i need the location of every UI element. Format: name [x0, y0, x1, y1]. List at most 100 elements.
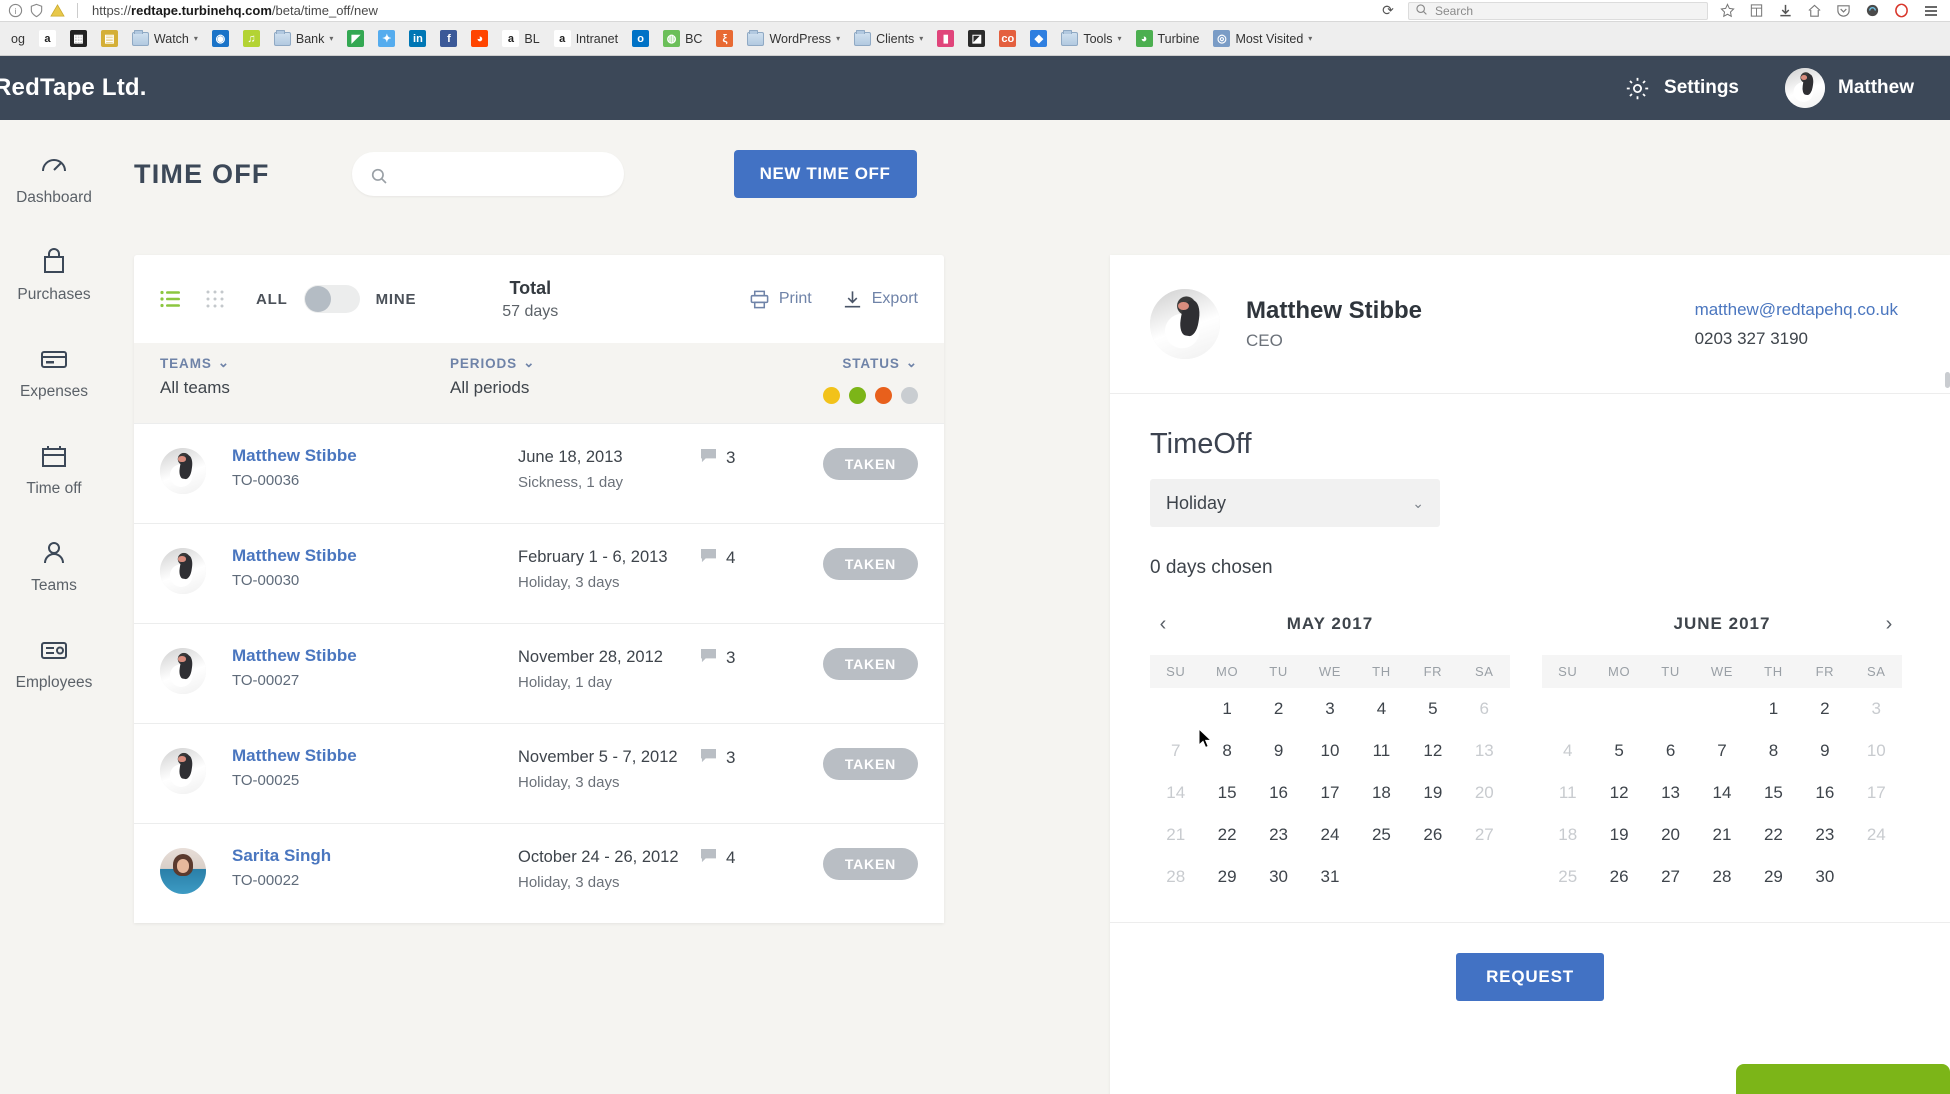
settings-button[interactable]: Settings [1624, 75, 1739, 102]
status-filter-header[interactable]: STATUS ⌄ [842, 355, 918, 371]
row-comments[interactable]: 4 [700, 848, 800, 868]
calendar-day[interactable]: 13 [1645, 772, 1696, 814]
help-widget-tab[interactable] [1736, 1064, 1950, 1094]
bookmark-item[interactable]: ▦ [63, 26, 94, 52]
calendar-day[interactable]: 11 [1356, 730, 1407, 772]
calendar-day[interactable]: 3 [1851, 688, 1902, 730]
calendar-day[interactable]: 21 [1150, 814, 1201, 856]
calendar-day[interactable]: 22 [1748, 814, 1799, 856]
calendar-day[interactable]: 27 [1459, 814, 1510, 856]
bookmark-item[interactable]: ξ [709, 26, 740, 52]
search-input[interactable] [394, 165, 606, 183]
calendar-day[interactable]: 13 [1459, 730, 1510, 772]
status-dot[interactable] [849, 387, 866, 404]
periods-filter[interactable]: PERIODS ⌄ All periods [450, 355, 770, 398]
new-time-off-button[interactable]: NEW TIME OFF [733, 150, 917, 198]
calendar-day[interactable]: 9 [1253, 730, 1304, 772]
row-comments[interactable]: 3 [700, 648, 800, 668]
toggle-mine-label[interactable]: MINE [376, 291, 417, 308]
browser-search-box[interactable]: Search [1408, 1, 1708, 20]
bookmark-item[interactable]: co [992, 26, 1023, 52]
calendar-day[interactable]: 17 [1304, 772, 1355, 814]
calendar-day[interactable]: 26 [1407, 814, 1458, 856]
calendar-day[interactable]: 12 [1593, 772, 1644, 814]
table-row[interactable]: Matthew Stibbe TO-00027 November 28, 2012 H… [134, 623, 944, 723]
reader-icon[interactable] [1749, 3, 1764, 18]
row-person-link[interactable]: Matthew Stibbe [232, 746, 518, 766]
calendar-day[interactable]: 14 [1696, 772, 1747, 814]
bookmark-item[interactable]: Tools ▾ [1054, 26, 1128, 52]
calendar-day[interactable]: 15 [1201, 772, 1252, 814]
sidebar-item-time-off[interactable]: Time off [0, 441, 108, 498]
calendar-day[interactable]: 1 [1748, 688, 1799, 730]
sync-icon[interactable] [1865, 3, 1880, 18]
bookmark-item[interactable]: a [32, 26, 63, 52]
sidebar-item-employees[interactable]: Employees [0, 635, 108, 692]
calendar-day[interactable]: 3 [1304, 688, 1355, 730]
calendar-day[interactable]: 31 [1304, 856, 1355, 898]
downloads-icon[interactable] [1778, 3, 1793, 18]
calendar-day[interactable]: 6 [1459, 688, 1510, 730]
status-dot[interactable] [875, 387, 892, 404]
calendar-day[interactable]: 2 [1799, 688, 1850, 730]
bookmark-item[interactable]: ▤ [94, 26, 125, 52]
calendar-day[interactable]: 29 [1201, 856, 1252, 898]
calendar-day[interactable]: 23 [1253, 814, 1304, 856]
calendar-day[interactable]: 29 [1748, 856, 1799, 898]
calendar-day[interactable]: 4 [1542, 730, 1593, 772]
bookmark-item[interactable]: WordPress ▾ [740, 26, 847, 52]
sidebar-item-purchases[interactable]: Purchases [0, 247, 108, 304]
bookmark-item[interactable]: a Intranet [547, 26, 625, 52]
calendar-day[interactable]: 24 [1304, 814, 1355, 856]
table-row[interactable]: Matthew Stibbe TO-00030 February 1 - 6, 20… [134, 523, 944, 623]
calendar-day[interactable]: 27 [1645, 856, 1696, 898]
time-off-type-select[interactable]: Holiday ⌄ [1150, 479, 1440, 527]
calendar-day[interactable]: 4 [1356, 688, 1407, 730]
calendar-day[interactable]: 12 [1407, 730, 1458, 772]
status-dot[interactable] [901, 387, 918, 404]
calendar-day[interactable]: 28 [1150, 856, 1201, 898]
calendar-day[interactable]: 15 [1748, 772, 1799, 814]
bookmark-bar[interactable]: og a ▦ ▤ Watch ▾ ◉ ♫ Bank ▾ ◤ ✦ in f ◕ a BL a Intranet o ◍ BC… [0, 22, 1950, 56]
bookmark-item[interactable]: f [433, 26, 464, 52]
calendar-day[interactable]: 26 [1593, 856, 1644, 898]
app-brand[interactable]: RedTape Ltd. [0, 74, 147, 102]
status-filter[interactable]: STATUS ⌄ [823, 355, 918, 404]
bookmark-item[interactable]: ◍ BC [656, 26, 709, 52]
table-row[interactable]: Matthew Stibbe TO-00025 November 5 - 7, 20… [134, 723, 944, 823]
warning-icon[interactable] [50, 3, 65, 18]
calendar-day[interactable]: 9 [1799, 730, 1850, 772]
export-button[interactable]: Export [842, 289, 918, 310]
calendar-day[interactable]: 5 [1407, 688, 1458, 730]
calendar-day[interactable]: 7 [1150, 730, 1201, 772]
row-comments[interactable]: 4 [700, 548, 800, 568]
bookmark-item[interactable]: ◪ [961, 26, 992, 52]
calendar-day[interactable]: 28 [1696, 856, 1747, 898]
row-person-link[interactable]: Matthew Stibbe [232, 446, 518, 466]
calendar-day[interactable]: 7 [1696, 730, 1747, 772]
calendar-day[interactable]: 5 [1593, 730, 1644, 772]
status-dot-group[interactable] [823, 387, 918, 404]
calendar-day[interactable]: 16 [1253, 772, 1304, 814]
print-button[interactable]: Print [749, 289, 812, 310]
calendar-day[interactable]: 17 [1851, 772, 1902, 814]
calendar-day[interactable]: 18 [1542, 814, 1593, 856]
bookmark-star-icon[interactable] [1720, 3, 1735, 18]
table-row[interactable]: Sarita Singh TO-00022 October 24 - 26, 201… [134, 823, 944, 923]
calendar-day[interactable]: 25 [1542, 856, 1593, 898]
calendar-day[interactable]: 6 [1645, 730, 1696, 772]
status-dot[interactable] [823, 387, 840, 404]
calendar-day[interactable]: 20 [1645, 814, 1696, 856]
calendar-day[interactable]: 24 [1851, 814, 1902, 856]
user-menu[interactable]: Matthew [1785, 68, 1914, 108]
calendar-day[interactable]: 19 [1407, 772, 1458, 814]
calendar-day[interactable]: 23 [1799, 814, 1850, 856]
pocket-icon[interactable] [1836, 3, 1851, 18]
calendar-day[interactable]: 14 [1150, 772, 1201, 814]
calendar-day[interactable]: 2 [1253, 688, 1304, 730]
row-comments[interactable]: 3 [700, 448, 800, 468]
chevron-right-icon[interactable]: › [1876, 613, 1902, 636]
toggle-all-label[interactable]: ALL [256, 291, 288, 308]
calendar-day[interactable]: 25 [1356, 814, 1407, 856]
bookmark-item[interactable]: Watch ▾ [125, 26, 205, 52]
